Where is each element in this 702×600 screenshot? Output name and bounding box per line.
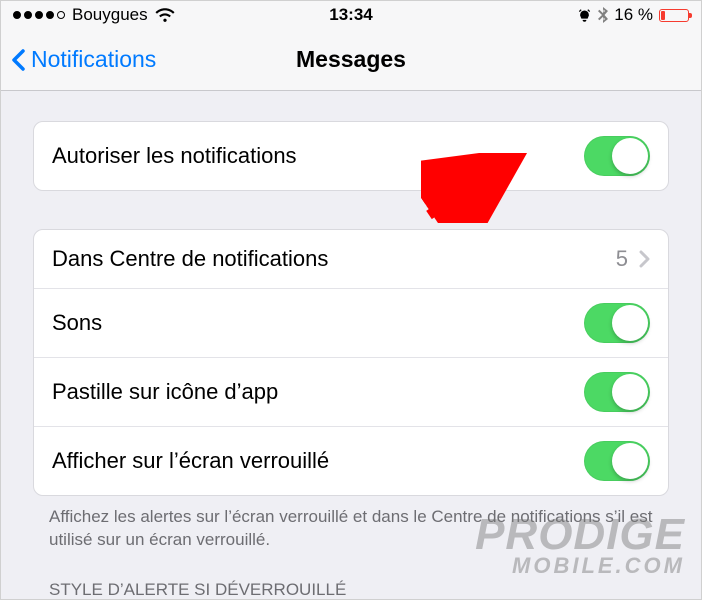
clock: 13:34 (329, 5, 372, 25)
row-notification-center[interactable]: Dans Centre de notifications 5 (34, 230, 668, 288)
status-bar: Bouygues 13:34 16 % (1, 1, 701, 29)
lockscreen-label: Afficher sur l’écran verrouillé (52, 448, 584, 474)
nav-bar: Notifications Messages (1, 29, 701, 91)
wifi-icon (155, 8, 175, 23)
allow-notifications-toggle[interactable] (584, 136, 650, 176)
notification-center-value: 5 (616, 246, 628, 272)
row-lockscreen: Afficher sur l’écran verrouillé (34, 426, 668, 495)
chevron-left-icon (11, 48, 27, 72)
settings-screen: Bouygues 13:34 16 % Notifications Messag… (0, 0, 702, 600)
bluetooth-icon (598, 7, 608, 23)
notification-center-label: Dans Centre de notifications (52, 246, 616, 272)
lockscreen-toggle[interactable] (584, 441, 650, 481)
badge-toggle[interactable] (584, 372, 650, 412)
back-label: Notifications (31, 46, 156, 73)
footer-help-text: Affichez les alertes sur l’écran verroui… (49, 506, 653, 552)
badge-label: Pastille sur icône d’app (52, 379, 584, 405)
alarm-icon (577, 8, 592, 23)
status-left: Bouygues (13, 5, 329, 25)
back-button[interactable]: Notifications (11, 29, 156, 90)
page-title: Messages (296, 46, 406, 73)
battery-percent: 16 % (614, 5, 653, 25)
status-right: 16 % (373, 5, 689, 25)
row-sounds: Sons (34, 288, 668, 357)
row-allow-notifications: Autoriser les notifications (34, 122, 668, 190)
signal-strength-icon (13, 11, 65, 19)
allow-notifications-label: Autoriser les notifications (52, 143, 584, 169)
battery-icon (659, 9, 689, 22)
group-options: Dans Centre de notifications 5 Sons Past… (33, 229, 669, 496)
chevron-right-icon (638, 250, 650, 268)
row-badge: Pastille sur icône d’app (34, 357, 668, 426)
content: Autoriser les notifications Dans Centre … (1, 91, 701, 600)
sounds-label: Sons (52, 310, 584, 336)
section-header-alert-style: STYLE D’ALERTE SI DÉVERROUILLÉ (49, 580, 653, 600)
carrier-label: Bouygues (72, 5, 148, 25)
sounds-toggle[interactable] (584, 303, 650, 343)
group-allow: Autoriser les notifications (33, 121, 669, 191)
